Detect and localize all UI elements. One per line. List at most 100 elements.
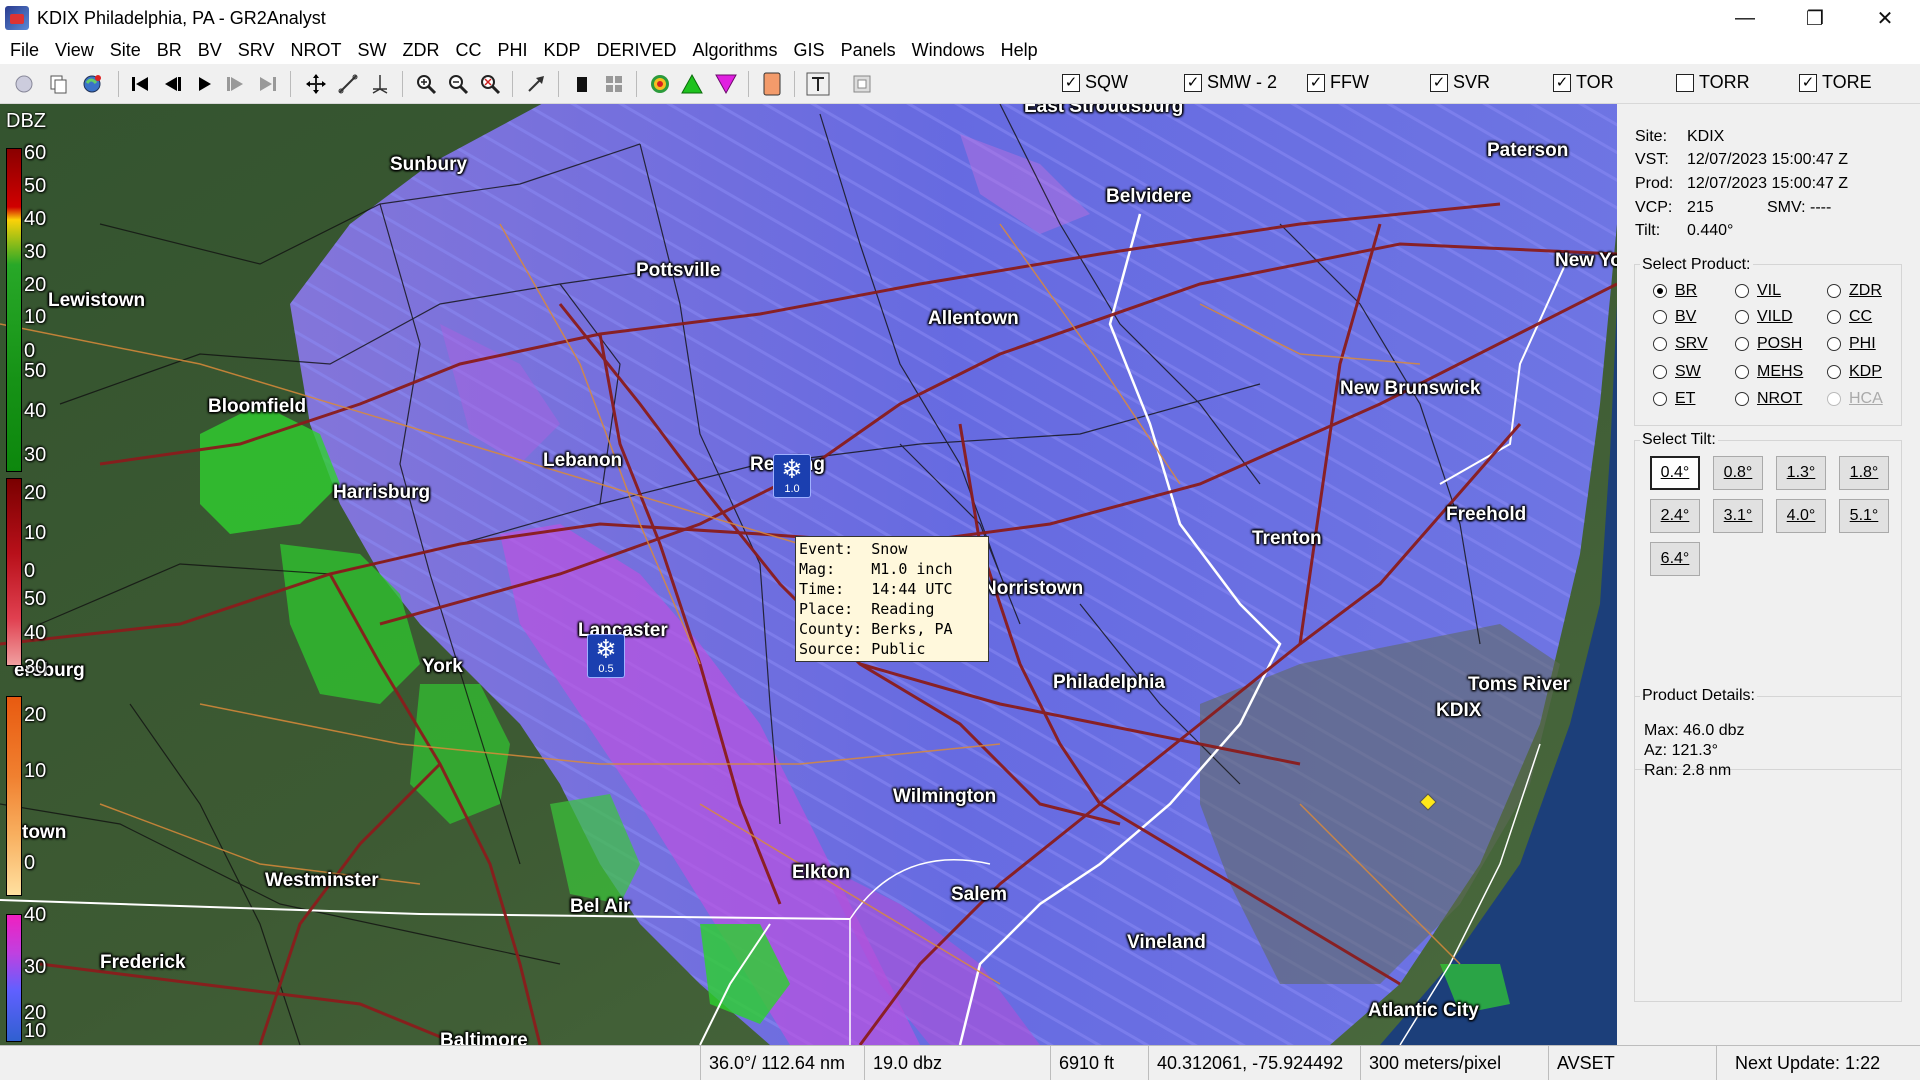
- warning-toggle-torr[interactable]: TORR: [1676, 72, 1750, 93]
- radio-product-cc[interactable]: CC: [1827, 308, 1872, 326]
- legend-label: 30: [24, 444, 47, 466]
- zoom-in-icon[interactable]: [412, 70, 440, 98]
- radio-product-posh[interactable]: POSH: [1735, 335, 1802, 353]
- radio-product-vil[interactable]: VIL: [1735, 282, 1781, 300]
- radio-product-bv[interactable]: BV: [1653, 308, 1696, 326]
- info-site: Site: KDIX: [1635, 128, 1725, 145]
- zoom-reset-icon[interactable]: [476, 70, 504, 98]
- menu-nrot[interactable]: NROT: [282, 36, 349, 64]
- radio-dot-icon: [1735, 365, 1749, 379]
- legend-label: 40: [24, 622, 47, 644]
- menu-algorithms[interactable]: Algorithms: [685, 36, 786, 64]
- tilt-button-1-8[interactable]: 1.8°: [1839, 456, 1889, 490]
- menu-kdp[interactable]: KDP: [535, 36, 588, 64]
- menu-sw[interactable]: SW: [349, 36, 394, 64]
- radio-product-nrot[interactable]: NROT: [1735, 390, 1802, 408]
- warning-toggle-tor[interactable]: ✓ TOR: [1553, 72, 1614, 93]
- lsr-snow-icon[interactable]: ❄ 0.5: [587, 634, 625, 678]
- radio-dot-icon: [1827, 310, 1841, 324]
- legend-bar-4: [6, 914, 22, 1042]
- radio-product-srv[interactable]: SRV: [1653, 335, 1708, 353]
- tilt-button-3-1[interactable]: 3.1°: [1713, 499, 1763, 533]
- warning-toggle-smw[interactable]: ✓ SMW - 2: [1184, 72, 1277, 93]
- crosshair-icon[interactable]: [366, 70, 394, 98]
- city-trenton: Trenton: [1252, 528, 1322, 549]
- toolbar: ✓ SQW ✓ SMW - 2 ✓ FFW ✓ SVR ✓ TOR TORR ✓ TORE: [0, 64, 1920, 104]
- warning-toggle-sqw[interactable]: ✓ SQW: [1062, 72, 1128, 93]
- radio-product-sw[interactable]: SW: [1653, 363, 1701, 381]
- globe-icon[interactable]: [10, 70, 38, 98]
- stop-icon[interactable]: [568, 70, 596, 98]
- menu-zdr[interactable]: ZDR: [394, 36, 447, 64]
- city-york: York: [422, 656, 463, 677]
- tilt-button-0-8[interactable]: 0.8°: [1713, 456, 1763, 490]
- tilt-button-2-4[interactable]: 2.4°: [1650, 499, 1700, 533]
- menu-derived[interactable]: DERIVED: [589, 36, 685, 64]
- minimize-button[interactable]: —: [1710, 0, 1780, 36]
- radio-product-et[interactable]: ET: [1653, 390, 1695, 408]
- menu-site[interactable]: Site: [102, 36, 149, 64]
- arrow-icon[interactable]: [522, 70, 550, 98]
- city-vineland: Vineland: [1127, 932, 1206, 953]
- menu-view[interactable]: View: [47, 36, 102, 64]
- grid-icon[interactable]: [600, 70, 628, 98]
- menu-cc[interactable]: CC: [447, 36, 489, 64]
- step-forward-icon[interactable]: [222, 70, 250, 98]
- radio-dot-icon: [1653, 392, 1667, 406]
- menu-srv[interactable]: SRV: [230, 36, 283, 64]
- restore-button[interactable]: ❐: [1780, 0, 1850, 36]
- warning-toggle-svr[interactable]: ✓ SVR: [1430, 72, 1490, 93]
- info-vst: VST: 12/07/2023 15:00:47 Z: [1635, 151, 1849, 168]
- warning-toggle-ffw[interactable]: ✓ FFW: [1307, 72, 1369, 93]
- meso-down-icon[interactable]: [712, 70, 740, 98]
- skip-last-icon[interactable]: [254, 70, 282, 98]
- radio-dot-icon: [1827, 365, 1841, 379]
- menu-help[interactable]: Help: [993, 36, 1046, 64]
- status-resolution: 300 meters/pixel: [1360, 1046, 1540, 1080]
- storm-tracks-icon[interactable]: [646, 70, 674, 98]
- radio-product-br[interactable]: BR: [1653, 282, 1697, 300]
- text-tool-icon[interactable]: [804, 70, 832, 98]
- city-pottsville: Pottsville: [636, 260, 721, 281]
- tilt-button-0-4[interactable]: 0.4°: [1650, 456, 1700, 490]
- pan-icon[interactable]: [302, 70, 330, 98]
- radar-map[interactable]: Sunbury Lewistown Bloomfield Harrisburg …: [0, 104, 1617, 1045]
- frame-icon[interactable]: [848, 70, 876, 98]
- radio-product-phi[interactable]: PHI: [1827, 335, 1876, 353]
- measure-icon[interactable]: [334, 70, 362, 98]
- tilt-button-5-1[interactable]: 5.1°: [1839, 499, 1889, 533]
- menu-panels[interactable]: Panels: [833, 36, 904, 64]
- copy-icon[interactable]: [44, 70, 72, 98]
- step-back-icon[interactable]: [158, 70, 186, 98]
- radio-product-mehs[interactable]: MEHS: [1735, 363, 1803, 381]
- city-westminster: Westminster: [265, 870, 379, 891]
- menu-windows[interactable]: Windows: [904, 36, 993, 64]
- warning-toggle-tore[interactable]: ✓ TORE: [1799, 72, 1872, 93]
- meso-up-icon[interactable]: [678, 70, 706, 98]
- close-button[interactable]: ✕: [1850, 0, 1920, 36]
- radio-dot-icon: [1735, 337, 1749, 351]
- color-palette-icon[interactable]: [758, 70, 786, 98]
- lsr-snow-icon[interactable]: ❄ 1.0: [773, 454, 811, 498]
- status-bar: 36.0°/ 112.64 nm 19.0 dbz 6910 ft 40.312…: [0, 1045, 1920, 1080]
- zoom-out-icon[interactable]: [444, 70, 472, 98]
- menu-phi[interactable]: PHI: [489, 36, 535, 64]
- radio-dot-icon: [1827, 337, 1841, 351]
- radio-product-kdp[interactable]: KDP: [1827, 363, 1882, 381]
- tilt-button-4-0[interactable]: 4.0°: [1776, 499, 1826, 533]
- tilt-button-1-3[interactable]: 1.3°: [1776, 456, 1826, 490]
- checkbox-icon: ✓: [1430, 73, 1448, 92]
- play-icon[interactable]: [190, 70, 218, 98]
- menu-gis[interactable]: GIS: [786, 36, 833, 64]
- menu-bv[interactable]: BV: [190, 36, 230, 64]
- tilt-button-6-4[interactable]: 6.4°: [1650, 542, 1700, 576]
- info-vcp: VCP: 215 SMV: ----: [1635, 199, 1832, 216]
- menu-br[interactable]: BR: [149, 36, 190, 64]
- globe-refresh-icon[interactable]: [78, 70, 106, 98]
- skip-first-icon[interactable]: [126, 70, 154, 98]
- menu-file[interactable]: File: [2, 36, 47, 64]
- legend-label: 30: [24, 656, 47, 678]
- legend-label: 10: [24, 1020, 47, 1042]
- radio-product-vild[interactable]: VILD: [1735, 308, 1793, 326]
- radio-product-zdr[interactable]: ZDR: [1827, 282, 1882, 300]
